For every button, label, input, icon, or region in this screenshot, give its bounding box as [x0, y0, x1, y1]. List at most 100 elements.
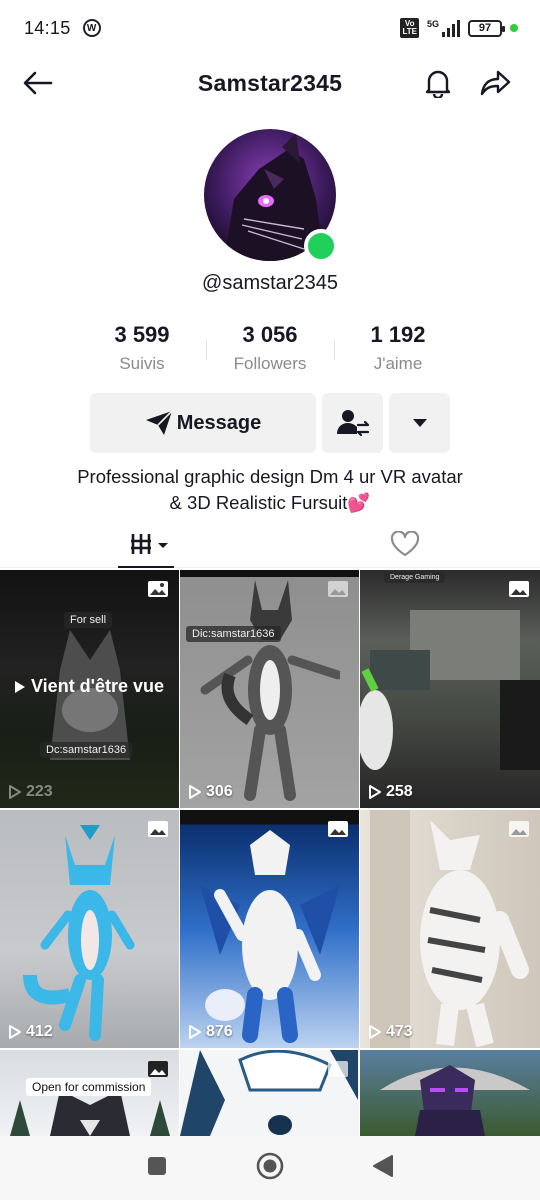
- bio-line-1: Professional graphic design Dm 4 ur VR a…: [77, 466, 463, 487]
- thumbnail-art: [380, 1065, 530, 1136]
- message-button-label: Message: [176, 411, 262, 434]
- video-tile[interactable]: 412: [0, 810, 179, 1048]
- tile-caption: Dic:samstar1636: [186, 626, 281, 642]
- photo-icon: [148, 1061, 168, 1077]
- triangle-back-icon: [373, 1154, 393, 1177]
- view-count-value: 258: [386, 783, 413, 800]
- grid-icon: [131, 533, 168, 554]
- page-title: Samstar2345: [197, 69, 343, 96]
- thumbnail-art: [23, 825, 135, 1041]
- battery-icon: 97: [468, 19, 505, 37]
- tile-caption: Derage Gaming: [384, 572, 446, 583]
- back-button[interactable]: [16, 61, 60, 105]
- volte-icon: Vo LTE: [400, 18, 419, 38]
- home-button[interactable]: [256, 1152, 284, 1185]
- video-tile[interactable]: [360, 1050, 540, 1136]
- tab-videos[interactable]: [0, 520, 280, 568]
- more-options-button[interactable]: [389, 393, 450, 453]
- video-grid: For sell Vient d'être vue Dc:samstar1636…: [0, 570, 540, 1136]
- user-swap-icon: [336, 410, 369, 437]
- send-icon: [145, 410, 173, 435]
- view-count: 306: [188, 783, 233, 801]
- video-tile[interactable]: [180, 1050, 359, 1136]
- photo-icon: [328, 1061, 348, 1077]
- just-viewed-label: Vient d'être vue: [0, 676, 179, 697]
- share-arrow-icon: [480, 70, 511, 96]
- bio-line-2: & 3D Realistic Fursuit💕: [169, 492, 371, 513]
- profile-avatar[interactable]: [204, 129, 338, 263]
- video-tile[interactable]: 473: [360, 810, 540, 1048]
- notifications-button[interactable]: [416, 61, 460, 105]
- profile-bio: Professional graphic design Dm 4 ur VR a…: [30, 464, 510, 516]
- home-circle-icon: [256, 1152, 284, 1179]
- video-tile[interactable]: 876: [180, 810, 359, 1048]
- stat-following[interactable]: 3 599 Suivis: [78, 320, 206, 380]
- play-outline-icon: [189, 785, 201, 799]
- status-bar: 14:15 W Vo LTE 5G 97: [0, 0, 540, 56]
- photo-icon: [328, 821, 348, 837]
- system-nav-bar: [0, 1136, 540, 1200]
- online-status-badge: [304, 229, 338, 263]
- bell-icon: [425, 70, 451, 98]
- view-count: 412: [8, 1023, 53, 1041]
- recents-button[interactable]: [146, 1155, 168, 1182]
- likes-label: J'aime: [373, 354, 423, 373]
- view-count: 473: [368, 1023, 413, 1041]
- play-outline-icon: [9, 1025, 21, 1039]
- play-icon: [15, 680, 25, 693]
- video-tile[interactable]: Open for commission: [0, 1050, 179, 1136]
- view-count-value: 876: [206, 1023, 233, 1040]
- signal-icon: 5G: [427, 19, 460, 37]
- view-count: 258: [368, 783, 413, 801]
- back-nav-button[interactable]: [372, 1154, 394, 1183]
- play-outline-icon: [189, 1025, 201, 1039]
- view-count-value: 306: [206, 783, 233, 800]
- app-notification-icon: W: [82, 19, 101, 37]
- following-count: 3 599: [114, 322, 170, 347]
- just-viewed-text: Vient d'être vue: [31, 676, 164, 696]
- thumbnail-art: [200, 830, 340, 1043]
- profile-stats: 3 599 Suivis 3 056 Followers 1 192 J'aim…: [78, 320, 462, 380]
- photo-icon: [509, 581, 529, 597]
- stat-likes[interactable]: 1 192 J'aime: [334, 320, 462, 380]
- followers-count: 3 056: [242, 322, 298, 347]
- network-type: 5G: [426, 19, 439, 29]
- heart-outline-icon: [390, 530, 420, 556]
- video-tile[interactable]: Derage Gaming 258: [360, 570, 540, 808]
- square-icon: [148, 1156, 166, 1175]
- caret-down-icon: [412, 419, 427, 427]
- share-button[interactable]: [474, 61, 518, 105]
- view-count: 223: [8, 783, 53, 801]
- photo-icon: [509, 821, 529, 837]
- play-outline-icon: [369, 1025, 381, 1039]
- status-time: 14:15: [24, 17, 71, 38]
- play-outline-icon: [369, 785, 381, 799]
- stat-followers[interactable]: 3 056 Followers: [206, 320, 334, 380]
- message-button[interactable]: Message: [90, 393, 316, 453]
- friends-button[interactable]: [322, 393, 383, 453]
- view-count-value: 473: [386, 1023, 413, 1040]
- tab-liked[interactable]: [280, 520, 540, 567]
- content-tabs: [0, 520, 540, 568]
- battery-level: 97: [478, 22, 492, 34]
- thumbnail-art: [200, 580, 340, 801]
- profile-header: Samstar2345: [0, 58, 540, 108]
- view-count: 876: [188, 1023, 233, 1041]
- tile-caption: For sell: [64, 612, 113, 628]
- video-tile[interactable]: For sell Vient d'être vue Dc:samstar1636…: [0, 570, 179, 808]
- privacy-indicator-icon: [510, 24, 518, 32]
- thumbnail-art: [360, 610, 540, 770]
- arrow-left-icon: [23, 71, 53, 95]
- status-indicators: Vo LTE 5G 97: [400, 18, 518, 38]
- view-count-value: 412: [26, 1023, 53, 1040]
- photo-icon: [148, 821, 168, 837]
- tile-caption: Dc:samstar1636: [40, 742, 133, 758]
- photo-icon: [328, 581, 348, 597]
- tile-caption: Open for commission: [26, 1078, 152, 1096]
- profile-page: 14:15 W Vo LTE 5G 97 Samstar2345 @samsta…: [0, 0, 540, 1200]
- play-outline-icon: [9, 785, 21, 799]
- photo-icon: [148, 581, 168, 597]
- video-tile[interactable]: Dic:samstar1636 306: [180, 570, 359, 808]
- followers-label: Followers: [233, 354, 307, 373]
- likes-count: 1 192: [370, 322, 426, 347]
